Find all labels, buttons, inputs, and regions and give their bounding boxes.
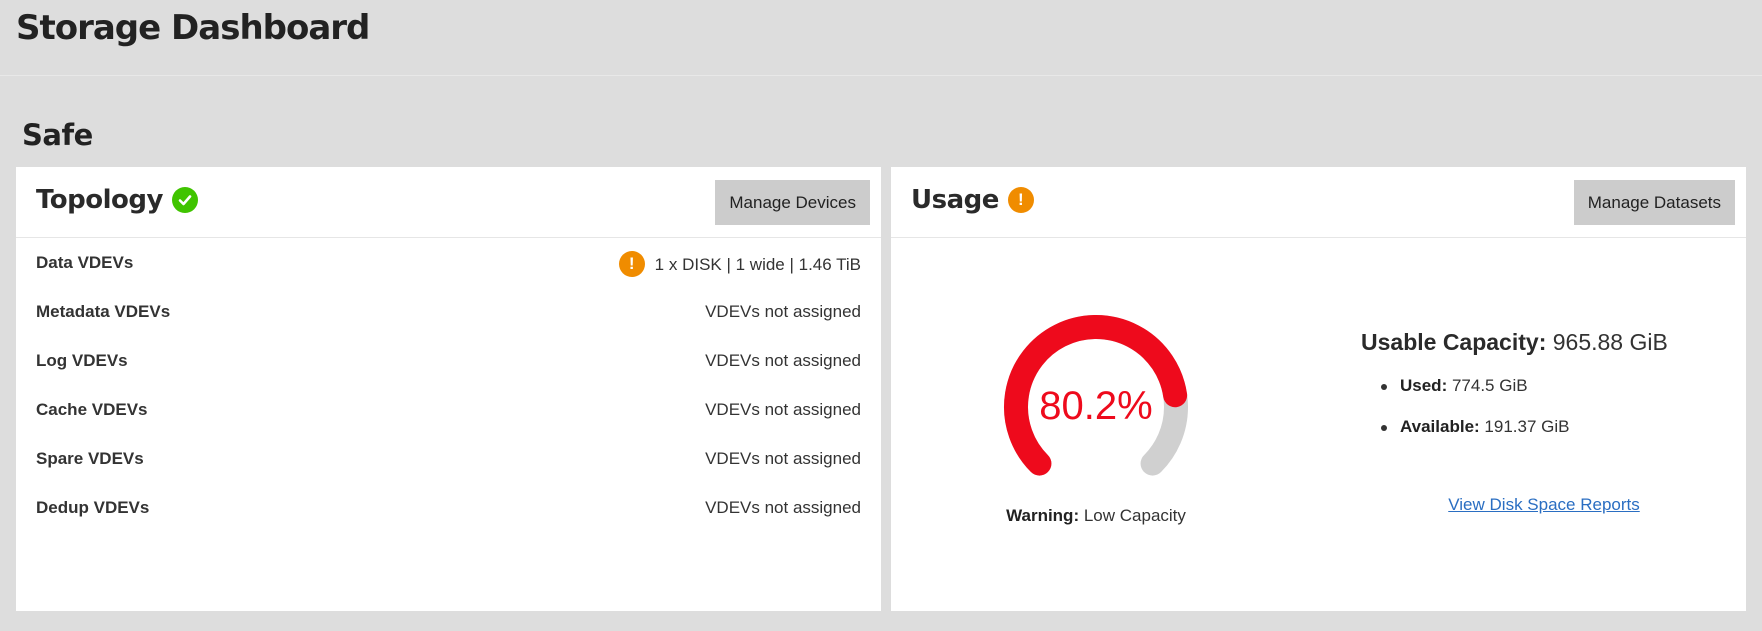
usage-card-header: Usage ! Manage Datasets — [891, 167, 1746, 238]
vdev-row-dedup: Dedup VDEVs VDEVs not assigned — [36, 498, 861, 547]
usage-gauge: 80.2% — [1004, 315, 1188, 476]
capacity-list: Used: 774.5 GiB Available: 191.37 GiB — [1381, 376, 1668, 458]
vdev-value-text: VDEVs not assigned — [705, 351, 861, 370]
capacity-summary: Usable Capacity: 965.88 GiB Used: 774.5 … — [1361, 329, 1668, 458]
usable-capacity-label: Usable Capacity: — [1361, 329, 1547, 355]
warning-circle-icon: ! — [1007, 187, 1034, 213]
vdev-value-text: VDEVs not assigned — [705, 449, 861, 468]
warning-label: Warning: — [1006, 506, 1080, 525]
page-title: Storage Dashboard — [16, 8, 370, 48]
usable-capacity-value: 965.88 GiB — [1552, 329, 1668, 355]
manage-devices-button[interactable]: Manage Devices — [715, 180, 870, 225]
usable-capacity: Usable Capacity: 965.88 GiB — [1361, 329, 1668, 356]
topology-card: Topology Manage Devices Data VDEVs ! 1 x… — [16, 167, 881, 611]
warning-circle-icon[interactable]: ! — [618, 251, 645, 277]
available-label: Available: — [1400, 417, 1480, 436]
gauge-percentage: 80.2% — [1039, 384, 1152, 428]
vdev-value-text: VDEVs not assigned — [705, 400, 861, 419]
usage-title-group: Usage ! — [911, 185, 1034, 215]
view-disk-space-reports-link[interactable]: View Disk Space Reports — [1408, 495, 1680, 515]
vdev-row-data: Data VDEVs ! 1 x DISK | 1 wide | 1.46 Ti… — [36, 251, 861, 302]
available-value: 191.37 GiB — [1484, 417, 1570, 436]
vdev-label: Spare VDEVs — [36, 449, 144, 468]
capacity-warning: Warning: Low Capacity — [891, 506, 1301, 526]
vdev-label: Log VDEVs — [36, 351, 128, 370]
vdev-value-text: VDEVs not assigned — [705, 302, 861, 321]
topology-title: Topology — [36, 185, 163, 215]
vdev-label: Metadata VDEVs — [36, 302, 171, 321]
warning-text: Low Capacity — [1083, 506, 1186, 525]
usage-title: Usage — [911, 185, 999, 215]
vdev-row-metadata: Metadata VDEVs VDEVs not assigned — [36, 302, 861, 351]
topology-title-group: Topology — [36, 185, 198, 215]
check-circle-icon — [171, 187, 198, 213]
vdev-row-cache: Cache VDEVs VDEVs not assigned — [36, 400, 861, 449]
used-value: 774.5 GiB — [1451, 376, 1528, 395]
vdev-label: Data VDEVs — [36, 253, 134, 272]
vdev-value-text: VDEVs not assigned — [705, 498, 861, 517]
usage-card: Usage ! Manage Datasets 80.2% Warning: L… — [891, 167, 1746, 611]
used-item: Used: 774.5 GiB — [1381, 376, 1668, 417]
vdev-list: Data VDEVs ! 1 x DISK | 1 wide | 1.46 Ti… — [36, 251, 861, 547]
manage-datasets-button[interactable]: Manage Datasets — [1573, 180, 1735, 225]
vdev-label: Dedup VDEVs — [36, 498, 150, 517]
topology-card-header: Topology Manage Devices — [16, 167, 881, 238]
pool-name: Safe — [22, 118, 93, 152]
vdev-value: ! 1 x DISK | 1 wide | 1.46 TiB — [618, 251, 861, 277]
vdev-row-log: Log VDEVs VDEVs not assigned — [36, 351, 861, 400]
page-header: Storage Dashboard — [0, 0, 1762, 76]
vdev-label: Cache VDEVs — [36, 400, 148, 419]
available-item: Available: 191.37 GiB — [1381, 417, 1668, 458]
used-label: Used: — [1400, 376, 1448, 395]
vdev-row-spare: Spare VDEVs VDEVs not assigned — [36, 449, 861, 498]
vdev-value-text: 1 x DISK | 1 wide | 1.46 TiB — [654, 255, 861, 274]
